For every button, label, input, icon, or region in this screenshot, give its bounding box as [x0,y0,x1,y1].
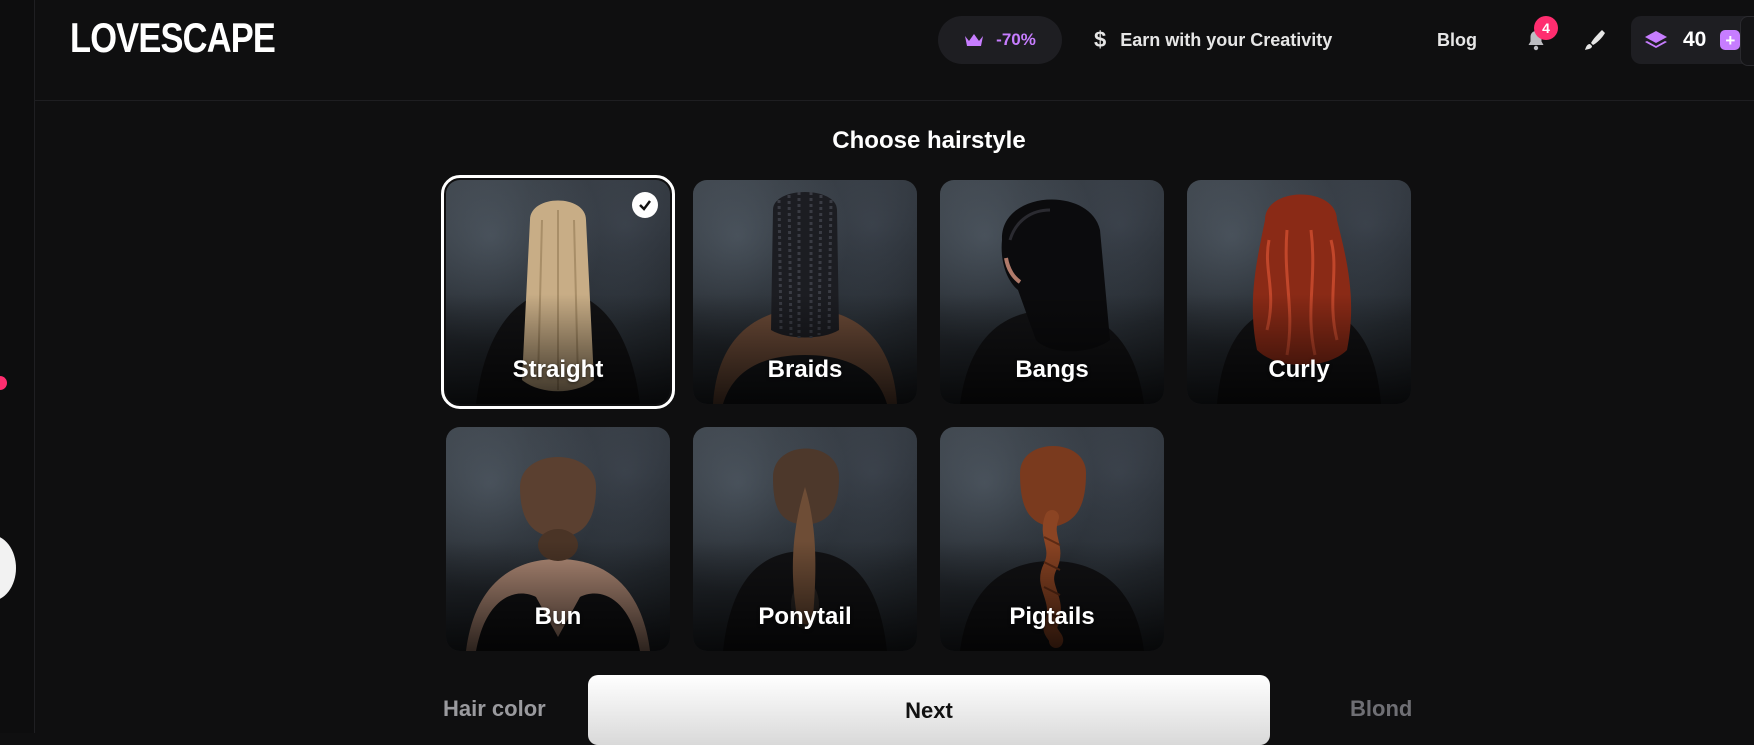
hairstyle-grid: Straight Braids Bangs Curly Bun Ponytail… [441,175,1411,651]
hairstyle-card-bangs[interactable]: Bangs [940,180,1164,404]
selected-check-icon [632,192,658,218]
card-shade [1187,294,1411,404]
hair-color-option-blond[interactable]: Blond [1350,696,1412,722]
layers-icon [1645,31,1667,48]
top-header: LOVESCAPE -70% $ Earn with your Creativi… [34,0,1754,101]
brush-icon[interactable] [1582,27,1608,53]
promo-discount-button[interactable]: -70% [938,16,1062,64]
hairstyle-label: Straight [512,356,604,383]
hairstyle-card-braids[interactable]: Braids [693,180,917,404]
hairstyle-card-pigtails[interactable]: Pigtails [940,427,1164,651]
hairstyle-card-straight[interactable]: Straight [441,175,675,409]
card-shade [940,541,1164,651]
hairstyle-label: Bun [534,603,582,630]
sidebar-edge [0,0,35,733]
credits-widget[interactable]: 40 + [1631,16,1754,64]
dollar-icon: $ [1094,27,1107,52]
hairstyle-label: Braids [767,356,843,383]
crown-icon [965,34,984,46]
add-credits-button[interactable]: + [1720,30,1741,50]
hairstyle-label: Curly [1268,356,1330,383]
logo[interactable]: LOVESCAPE [70,14,276,62]
hairstyle-card-ponytail[interactable]: Ponytail [693,427,917,651]
earn-with-creativity-link[interactable]: $ Earn with your Creativity [1094,16,1332,64]
card-shade [940,294,1164,404]
hairstyle-card-curly[interactable]: Curly [1187,180,1411,404]
card-shade [446,294,670,404]
page-title: Choose hairstyle [832,127,1026,154]
card-shade [693,541,917,651]
earn-label: Earn with your Creativity [1120,29,1333,50]
hairstyle-card-bun[interactable]: Bun [446,427,670,651]
notification-badge: 4 [1534,16,1558,40]
next-button[interactable]: Next [588,675,1270,745]
credits-count: 40 [1683,28,1707,51]
header-menu-button[interactable] [1740,16,1754,66]
card-shade [693,294,917,404]
promo-label: -70% [996,30,1036,49]
hairstyle-label: Ponytail [758,603,852,630]
card-shade [446,541,670,651]
hairstyle-label: Pigtails [1009,603,1095,630]
hair-color-label: Hair color [443,696,546,721]
hairstyle-label: Bangs [1015,356,1089,383]
blog-link[interactable]: Blog [1437,16,1477,64]
